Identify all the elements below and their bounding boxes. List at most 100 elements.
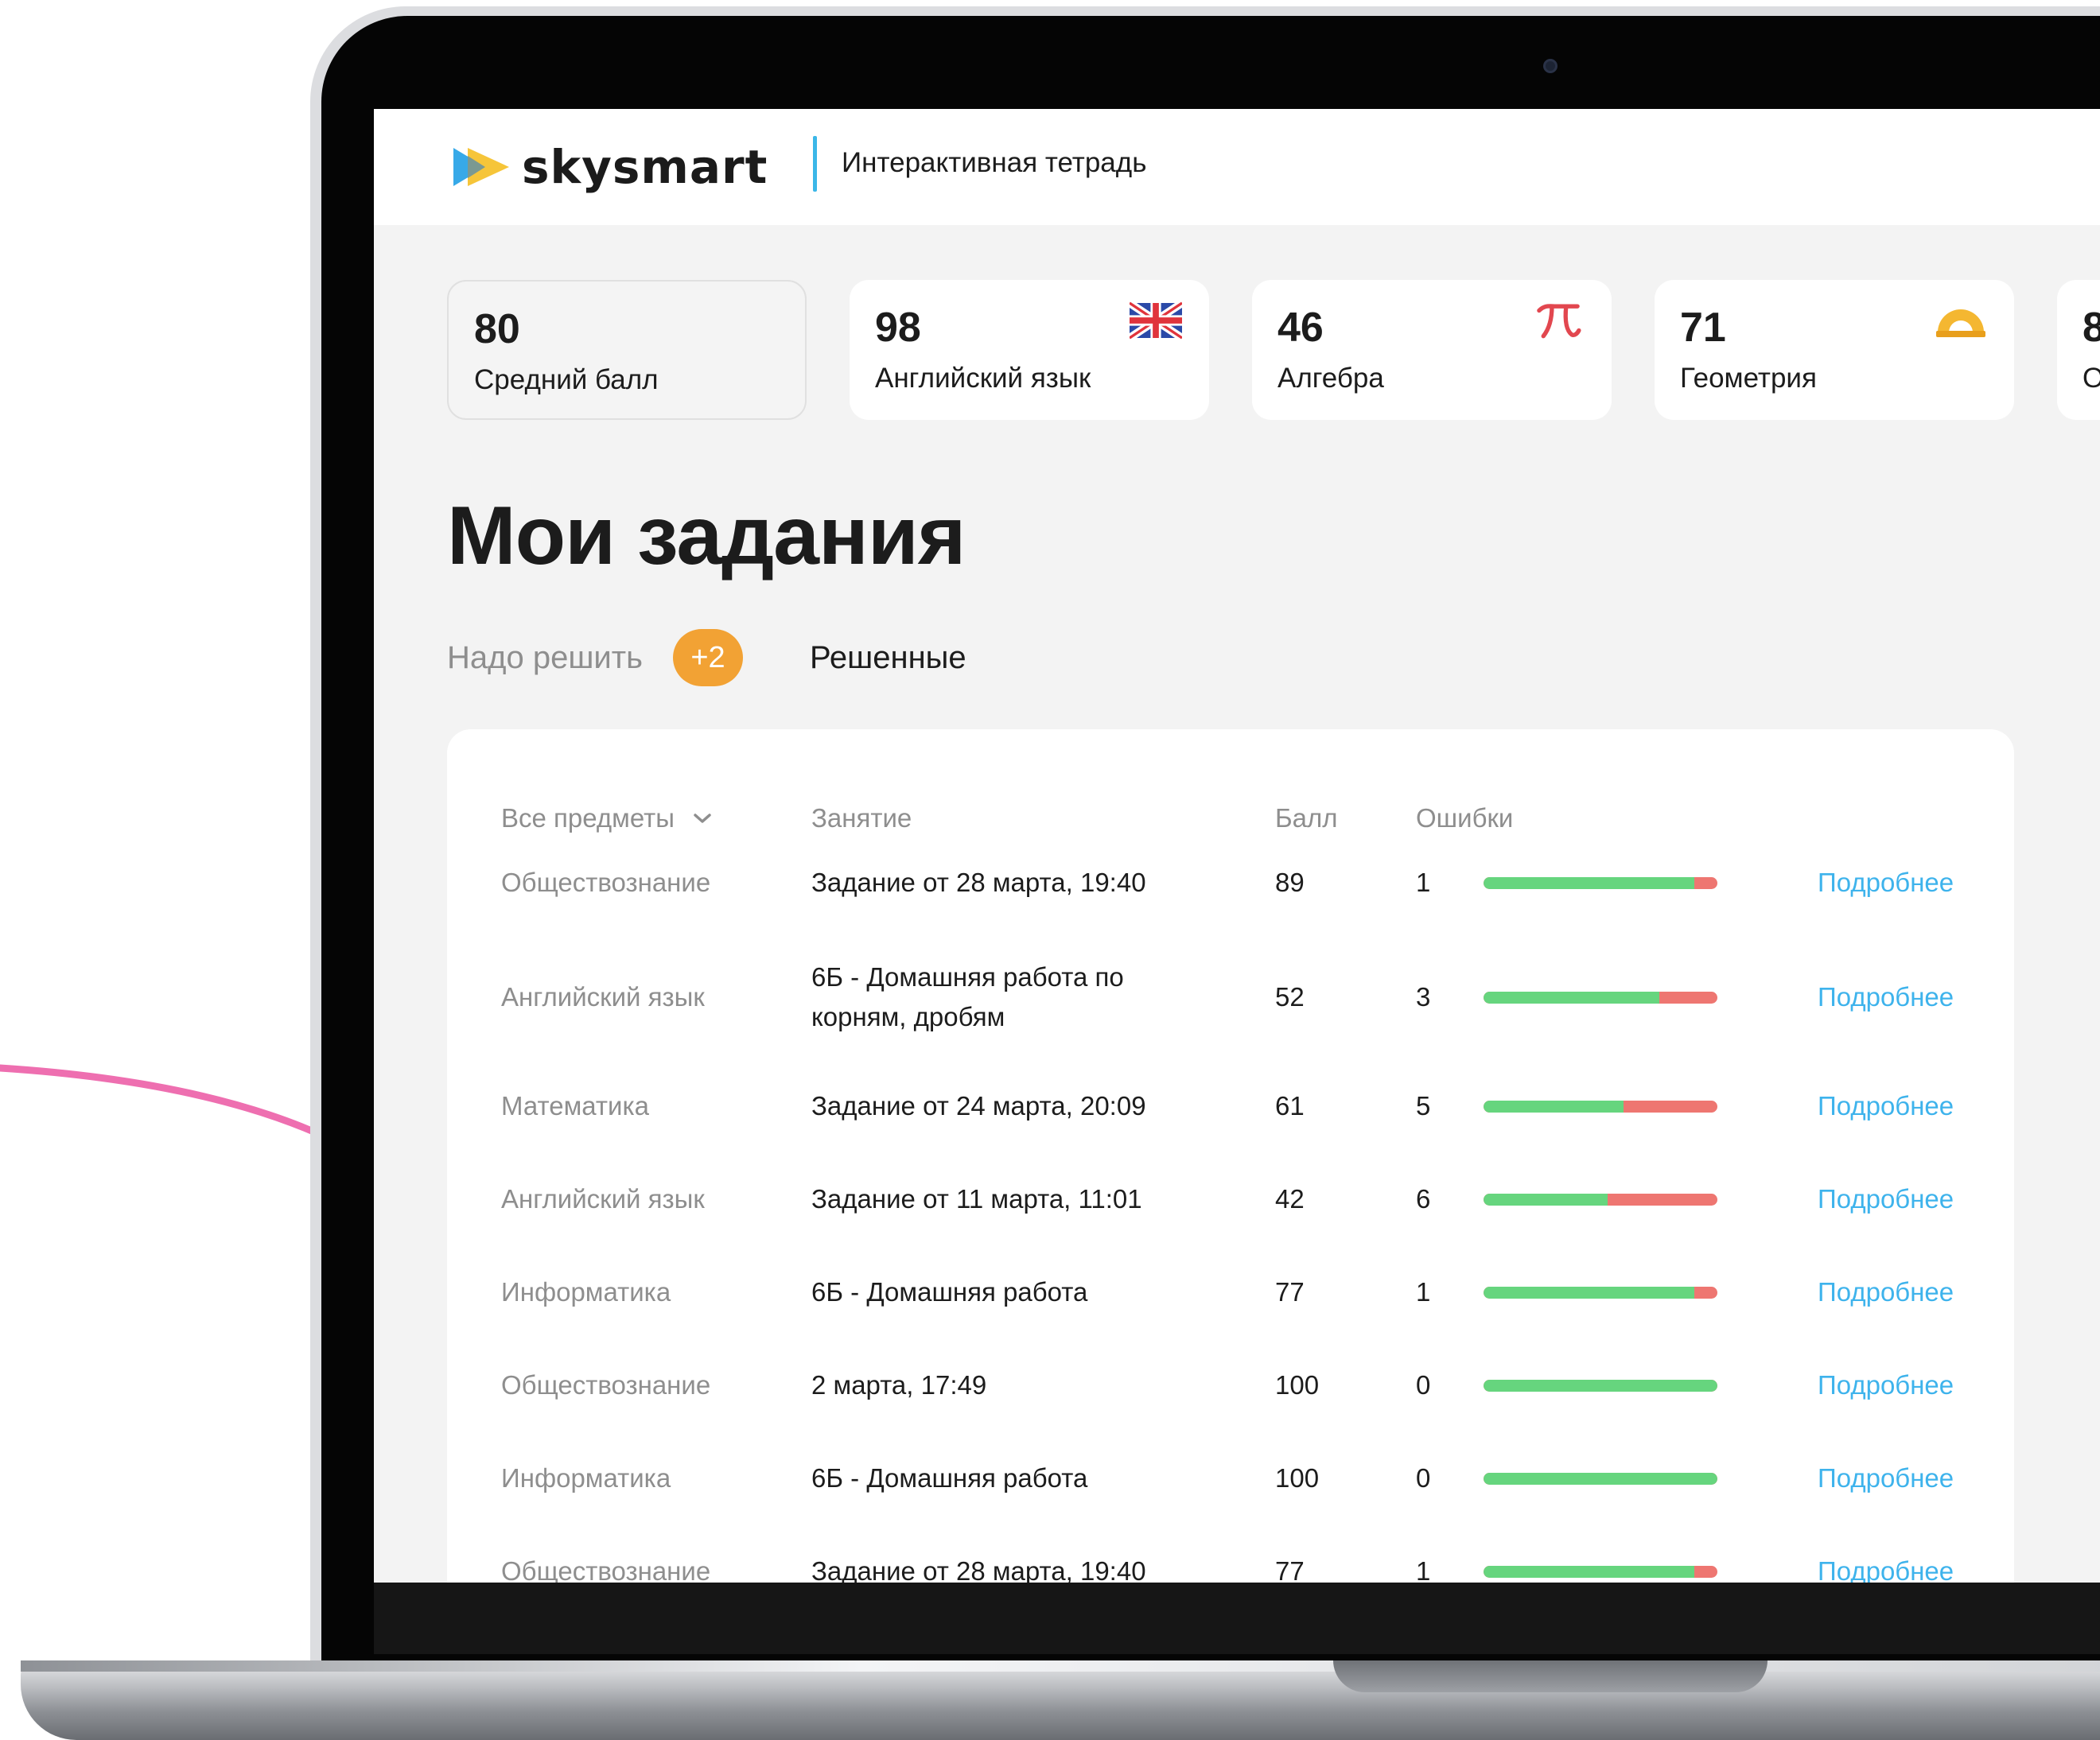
column-header-score: Балл [1275, 803, 1338, 833]
table-row: Обществознание Задание от 28 марта, 19:4… [374, 839, 2100, 926]
table-row: Информатика 6Б - Домашняя работа 77 1 По… [374, 1249, 2100, 1336]
subject-filter-label: Все предметы [501, 803, 675, 833]
details-link[interactable]: Подробнее [1818, 1342, 1954, 1429]
row-progress [1484, 938, 1717, 1057]
row-lesson: 6Б - Домашняя работа по корням, дробям [811, 962, 1124, 1031]
row-errors: 0 [1416, 1370, 1431, 1400]
row-score: 77 [1275, 1277, 1305, 1307]
row-lesson: 2 марта, 17:49 [811, 1370, 987, 1400]
row-subject: Информатика [501, 1277, 671, 1307]
row-subject: Обществознание [501, 868, 711, 897]
row-score: 100 [1275, 1370, 1320, 1400]
brand-logo[interactable]: skysmart [453, 139, 768, 195]
row-progress [1484, 1249, 1717, 1336]
row-score: 52 [1275, 982, 1305, 1012]
row-lesson: Задание от 24 марта, 20:09 [811, 1091, 1146, 1121]
app-screen: skysmart Интерактивная тетрадь 80 Средни… [374, 109, 2100, 1583]
stat-label: Геометрия [1680, 363, 1817, 394]
page-title: Мои задания [447, 490, 966, 582]
progress-bar-fill [1484, 1379, 1717, 1392]
progress-bar [1484, 1193, 1717, 1206]
brand-name: skysmart [522, 140, 768, 194]
row-lesson: Задание от 28 марта, 19:40 [811, 868, 1146, 897]
stat-card-algebra[interactable]: 46 Алгебра [1252, 280, 1612, 420]
row-errors: 1 [1416, 1277, 1431, 1307]
details-link[interactable]: Подробнее [1818, 1155, 1954, 1243]
row-subject: Обществознание [501, 1556, 711, 1583]
stat-card-partial[interactable]: 8 О [2057, 280, 2100, 420]
logo-divider [813, 136, 817, 192]
row-score: 89 [1275, 868, 1305, 897]
progress-bar-fill [1484, 1472, 1717, 1485]
table-row: Информатика 6Б - Домашняя работа 100 0 П… [374, 1435, 2100, 1522]
row-progress [1484, 839, 1717, 926]
row-score: 61 [1275, 1091, 1305, 1121]
stat-label: Средний балл [474, 364, 659, 395]
stat-card-average[interactable]: 80 Средний балл [447, 280, 807, 420]
progress-bar-fill [1484, 1100, 1624, 1113]
progress-bar [1484, 1286, 1717, 1299]
stat-value: 71 [1680, 305, 1726, 351]
row-progress [1484, 1342, 1717, 1429]
stat-value: 80 [474, 306, 520, 352]
play-logo-icon [453, 148, 509, 186]
progress-bar-fill [1484, 1286, 1694, 1299]
row-lesson: 6Б - Домашняя работа [811, 1463, 1088, 1493]
row-progress [1484, 1528, 1717, 1583]
table-row: Обществознание Задание от 28 марта, 19:4… [374, 1528, 2100, 1583]
details-link[interactable]: Подробнее [1818, 839, 1954, 926]
laptop-base-highlight [21, 1660, 2100, 1672]
row-lesson: 6Б - Домашняя работа [811, 1277, 1088, 1307]
tab-done[interactable]: Решенные [810, 640, 966, 676]
row-errors: 0 [1416, 1463, 1431, 1493]
top-bar: skysmart Интерактивная тетрадь [374, 109, 2100, 225]
row-errors: 5 [1416, 1091, 1431, 1121]
stat-value: 98 [875, 305, 921, 351]
stat-card-english[interactable]: 98 Английский язык [850, 280, 1209, 420]
brand-caption: Интерактивная тетрадь [842, 147, 1147, 178]
progress-bar-fill [1484, 991, 1659, 1004]
progress-bar-fill [1484, 876, 1694, 889]
laptop-notch [1333, 1660, 1768, 1692]
subject-filter-dropdown[interactable]: Все предметы [501, 803, 713, 833]
details-link[interactable]: Подробнее [1818, 938, 1954, 1057]
row-errors: 3 [1416, 982, 1431, 1012]
stat-label: Алгебра [1278, 363, 1384, 394]
row-score: 77 [1275, 1556, 1305, 1583]
camera-icon [1543, 59, 1558, 73]
todo-count-badge: +2 [673, 629, 743, 686]
details-link[interactable]: Подробнее [1818, 1435, 1954, 1522]
row-score: 42 [1275, 1184, 1305, 1214]
progress-bar [1484, 1100, 1717, 1113]
row-score: 100 [1275, 1463, 1320, 1493]
row-progress [1484, 1062, 1717, 1150]
row-errors: 6 [1416, 1184, 1431, 1214]
row-errors: 1 [1416, 868, 1431, 897]
progress-bar [1484, 1472, 1717, 1485]
chevron-down-icon [694, 814, 711, 823]
progress-bar-fill [1484, 1193, 1608, 1206]
progress-bar [1484, 876, 1717, 889]
pi-icon [1537, 304, 1581, 339]
stat-label: О [2082, 363, 2100, 394]
column-header-lesson: Занятие [811, 803, 912, 833]
stat-label: Английский язык [875, 363, 1091, 394]
details-link[interactable]: Подробнее [1818, 1062, 1954, 1150]
row-subject: Английский язык [501, 1184, 705, 1214]
row-subject: Математика [501, 1091, 649, 1121]
table-row: Математика Задание от 24 марта, 20:09 61… [374, 1062, 2100, 1150]
table-row: Английский язык 6Б - Домашняя работа по … [374, 938, 2100, 1057]
details-link[interactable]: Подробнее [1818, 1528, 1954, 1583]
row-errors: 1 [1416, 1556, 1431, 1583]
stat-value: 8 [2082, 305, 2100, 351]
tab-todo[interactable]: Надо решить [447, 640, 643, 676]
row-progress [1484, 1435, 1717, 1522]
row-subject: Информатика [501, 1463, 671, 1493]
row-progress [1484, 1155, 1717, 1243]
stat-card-geometry[interactable]: 71 Геометрия [1655, 280, 2014, 420]
row-lesson: Задание от 28 марта, 19:40 [811, 1556, 1146, 1583]
stat-value: 46 [1278, 305, 1324, 351]
decorative-curve [0, 1064, 330, 1141]
progress-bar [1484, 1379, 1717, 1392]
details-link[interactable]: Подробнее [1818, 1249, 1954, 1336]
